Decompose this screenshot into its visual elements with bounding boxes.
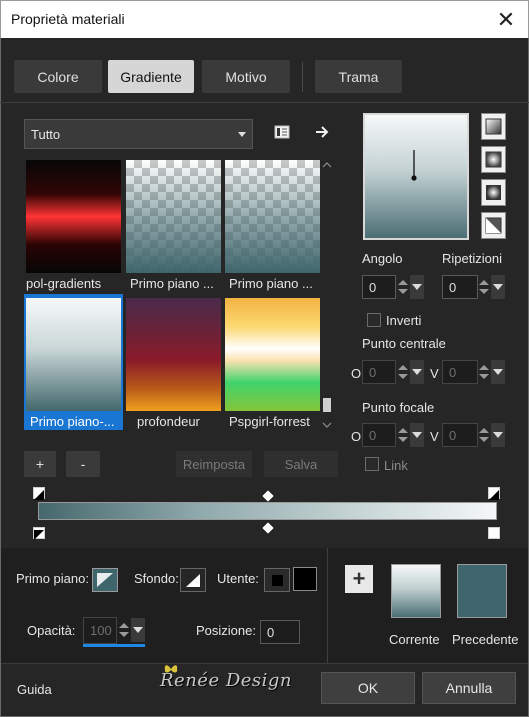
gradient-preview[interactable]: [363, 113, 469, 240]
focal-o-dropdown-arrow[interactable]: [410, 423, 424, 447]
current-material-swatch[interactable]: [391, 564, 441, 618]
gradient-swatch-label: Pspgirl-forrest: [229, 414, 310, 429]
bottom-left-color-marker[interactable]: [33, 527, 45, 540]
gradient-swatch-label: profondeur: [137, 414, 200, 429]
tab-motivo[interactable]: Motivo: [202, 60, 290, 93]
bottom-divider: [327, 548, 328, 663]
repeats-dropdown-arrow[interactable]: [491, 275, 505, 299]
repeats-input[interactable]: 0: [442, 275, 478, 299]
gradient-swatch[interactable]: [225, 160, 320, 273]
bottom-panel: [1, 548, 528, 663]
foreground-label: Primo piano:: [16, 571, 89, 586]
footer-divider: [1, 663, 528, 664]
gradient-swatch[interactable]: [26, 160, 121, 273]
top-right-color-marker[interactable]: [488, 487, 500, 500]
opacity-dropdown-arrow[interactable]: [131, 618, 145, 642]
save-button[interactable]: Salva: [264, 451, 338, 477]
gradient-swatch[interactable]: [126, 298, 221, 411]
rectangular-type-icon[interactable]: [481, 146, 506, 173]
scrollbar-thumb[interactable]: [323, 398, 331, 412]
link-label[interactable]: Link: [384, 458, 408, 473]
sunburst-type-icon[interactable]: [481, 212, 506, 239]
angle-spinner[interactable]: [396, 275, 410, 299]
focal-o-input[interactable]: 0: [362, 423, 396, 447]
tab-colore[interactable]: Colore: [14, 60, 102, 93]
center-v-label: V: [430, 366, 439, 381]
position-label: Posizione:: [196, 623, 256, 638]
center-o-spinner[interactable]: [396, 360, 410, 384]
gradient-editor-bar[interactable]: [38, 502, 497, 520]
plus-icon: +: [352, 566, 366, 591]
invert-label[interactable]: Inverti: [386, 313, 421, 328]
center-point-label: Punto centrale: [362, 336, 446, 351]
gradient-swatch-label: Primo piano-...: [30, 414, 115, 429]
focal-v-label: V: [430, 429, 439, 444]
title-bar: Proprietà materiali ✕: [0, 0, 529, 38]
user-label: Utente:: [217, 571, 259, 586]
focal-v-dropdown-arrow[interactable]: [491, 423, 505, 447]
focal-v-spinner[interactable]: [477, 423, 491, 447]
focal-point-label: Punto focale: [362, 400, 435, 415]
ok-button[interactable]: OK: [321, 672, 415, 704]
remove-gradient-button[interactable]: -: [66, 451, 100, 477]
angle-dropdown-arrow[interactable]: [410, 275, 424, 299]
background-label: Sfondo:: [134, 571, 179, 586]
previous-label: Precedente: [452, 632, 519, 647]
swatch-scrollbar[interactable]: [321, 160, 333, 430]
top-left-color-marker[interactable]: [33, 487, 45, 500]
tab-divider: [302, 62, 303, 92]
gradient-swatch-label: Primo piano ...: [130, 276, 214, 291]
tab-gradiente[interactable]: Gradiente: [108, 60, 194, 93]
tab-underline: [0, 102, 529, 103]
watermark-logo: Renée Design: [160, 670, 293, 691]
reset-button[interactable]: Reimposta: [176, 451, 252, 477]
angle-input[interactable]: 0: [362, 275, 396, 299]
link-checkbox[interactable]: [365, 457, 379, 471]
center-o-dropdown-arrow[interactable]: [410, 360, 424, 384]
library-icon[interactable]: [272, 122, 292, 142]
radial-type-icon[interactable]: [481, 179, 506, 206]
category-dropdown[interactable]: Tutto: [24, 119, 253, 149]
gradient-swatch[interactable]: [225, 298, 320, 411]
chevron-down-icon: [238, 132, 246, 137]
window-title: Proprietà materiali: [11, 11, 125, 27]
focal-o-spinner[interactable]: [396, 423, 410, 447]
user-color-swatch[interactable]: [293, 567, 317, 591]
position-input[interactable]: 0: [260, 620, 300, 644]
help-link[interactable]: Guida: [17, 682, 52, 697]
opacity-bar: [83, 644, 145, 647]
opacity-spinner[interactable]: [117, 618, 131, 642]
linear-type-icon[interactable]: [481, 113, 506, 140]
tab-trama[interactable]: Trama: [315, 60, 402, 93]
current-label: Corrente: [389, 632, 440, 647]
center-v-dropdown-arrow[interactable]: [491, 360, 505, 384]
focal-v-input[interactable]: 0: [442, 423, 478, 447]
gradient-swatch-selected[interactable]: [26, 298, 121, 411]
add-gradient-button[interactable]: +: [24, 451, 56, 477]
center-v-input[interactable]: 0: [442, 360, 478, 384]
opacity-label: Opacità:: [27, 623, 76, 638]
add-to-swatches-button[interactable]: +: [345, 565, 373, 593]
invert-checkbox[interactable]: [367, 313, 381, 327]
previous-material-swatch[interactable]: [457, 564, 507, 618]
center-o-label: O: [351, 366, 362, 381]
background-style-icon[interactable]: [180, 568, 206, 592]
arrow-right-icon[interactable]: [312, 122, 332, 142]
close-icon[interactable]: ✕: [484, 1, 528, 39]
gradient-swatch-label: Primo piano ...: [229, 276, 313, 291]
gradient-swatch-label: pol-gradients: [26, 276, 102, 291]
category-dropdown-value: Tutto: [31, 126, 61, 142]
repeats-spinner[interactable]: [477, 275, 491, 299]
cancel-button[interactable]: Annulla: [422, 672, 516, 704]
center-o-input[interactable]: 0: [362, 360, 396, 384]
opacity-input[interactable]: 100: [83, 617, 117, 644]
repeats-label: Ripetizioni: [442, 251, 502, 266]
angle-label: Angolo: [362, 251, 403, 266]
user-color-small[interactable]: [264, 568, 290, 592]
focal-o-label: O: [351, 429, 362, 444]
bottom-right-color-marker[interactable]: [488, 527, 500, 539]
gradient-swatch[interactable]: [126, 160, 221, 273]
center-v-spinner[interactable]: [477, 360, 491, 384]
foreground-gradient-icon[interactable]: [92, 568, 118, 592]
